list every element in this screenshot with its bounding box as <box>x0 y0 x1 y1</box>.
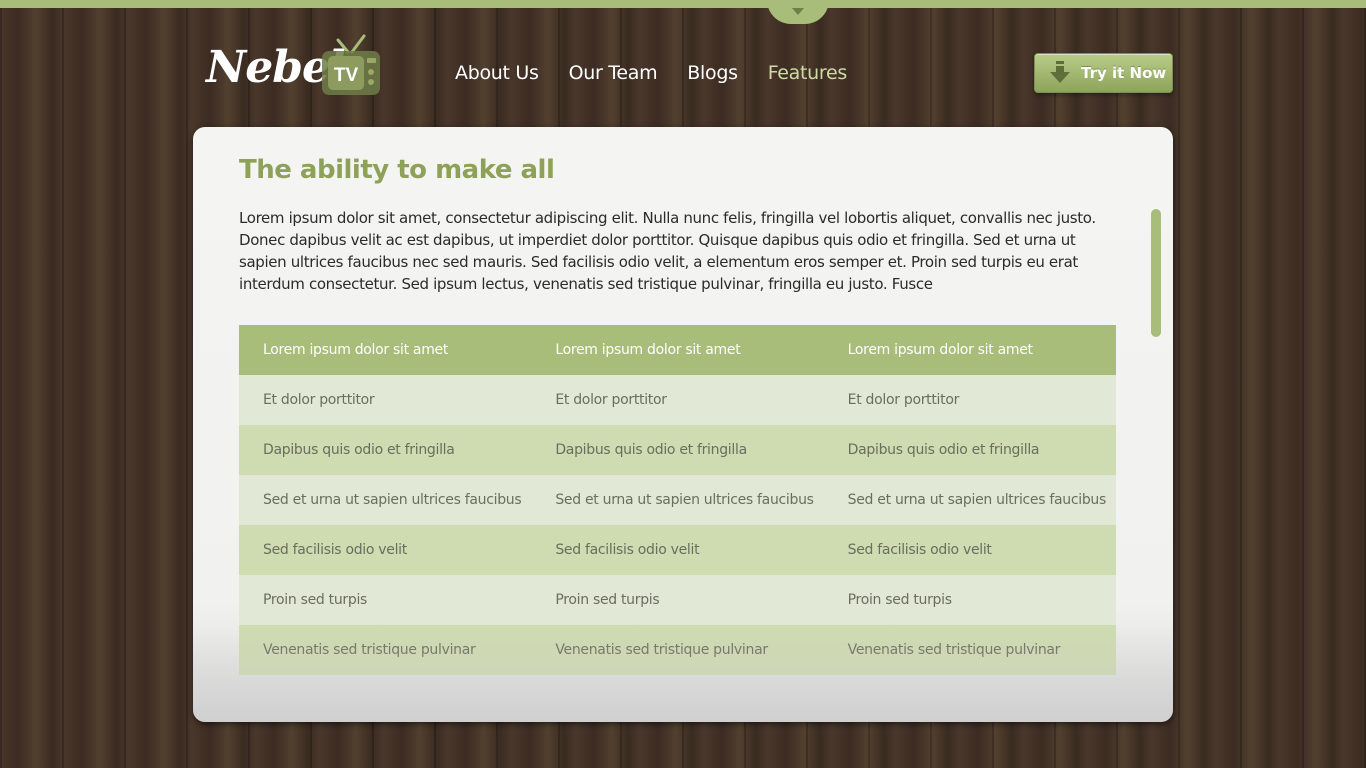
table-row: Et dolor porttitor Et dolor porttitor Et… <box>239 375 1116 425</box>
table-header-cell: Lorem ipsum dolor sit amet <box>823 325 1116 375</box>
tv-icon: TV <box>322 34 380 95</box>
scrollbar-thumb[interactable] <box>1151 209 1161 337</box>
download-arrow-icon <box>1050 61 1070 83</box>
table-header-cell: Lorem ipsum dolor sit amet <box>531 325 824 375</box>
table-cell: Sed facilisis odio velit <box>239 525 532 575</box>
table-header-cell: Lorem ipsum dolor sit amet <box>239 325 532 375</box>
nav-blogs[interactable]: Blogs <box>687 62 738 84</box>
table-cell: Proin sed turpis <box>531 575 824 625</box>
nav-about-us[interactable]: About Us <box>455 62 539 84</box>
top-accent-bar <box>0 0 1366 8</box>
intro-paragraph: Lorem ipsum dolor sit amet, consectetur … <box>239 209 1096 293</box>
table-row: Sed facilisis odio velit Sed facilisis o… <box>239 525 1116 575</box>
features-table: Lorem ipsum dolor sit amet Lorem ipsum d… <box>239 325 1116 675</box>
table-cell: Dapibus quis odio et fringilla <box>823 425 1116 475</box>
table-row: Dapibus quis odio et fringilla Dapibus q… <box>239 425 1116 475</box>
table-row: Venenatis sed tristique pulvinar Venenat… <box>239 625 1116 675</box>
logo[interactable]: Nebel. TV <box>206 34 386 104</box>
table-cell: Sed et urna ut sapien ultrices faucibus <box>239 475 532 525</box>
chevron-down-icon <box>792 8 804 15</box>
try-it-now-label: Try it Now <box>1081 64 1167 82</box>
table-cell: Proin sed turpis <box>823 575 1116 625</box>
table-cell: Venenatis sed tristique pulvinar <box>239 625 532 675</box>
table-row: Sed et urna ut sapien ultrices faucibus … <box>239 475 1116 525</box>
page-title: The ability to make all <box>239 155 555 185</box>
top-dropdown-tab[interactable] <box>767 0 829 24</box>
table-cell: Sed et urna ut sapien ultrices faucibus <box>531 475 824 525</box>
table-header-row: Lorem ipsum dolor sit amet Lorem ipsum d… <box>239 325 1116 375</box>
table-cell: Et dolor porttitor <box>239 375 532 425</box>
content-panel: The ability to make all Lorem ipsum dolo… <box>193 127 1173 722</box>
table-cell: Et dolor porttitor <box>823 375 1116 425</box>
main-nav: About Us Our Team Blogs Features <box>455 62 877 84</box>
table-row: Proin sed turpis Proin sed turpis Proin … <box>239 575 1116 625</box>
nav-features[interactable]: Features <box>768 62 848 84</box>
nav-our-team[interactable]: Our Team <box>569 62 658 84</box>
table-cell: Sed facilisis odio velit <box>531 525 824 575</box>
table-cell: Proin sed turpis <box>239 575 532 625</box>
table-cell: Dapibus quis odio et fringilla <box>239 425 532 475</box>
table-cell: Venenatis sed tristique pulvinar <box>531 625 824 675</box>
try-it-now-button[interactable]: Try it Now <box>1034 53 1173 93</box>
table-cell: Sed et urna ut sapien ultrices faucibus <box>823 475 1116 525</box>
table-cell: Sed facilisis odio velit <box>823 525 1116 575</box>
table-cell: Dapibus quis odio et fringilla <box>531 425 824 475</box>
table-cell: Venenatis sed tristique pulvinar <box>823 625 1116 675</box>
table-cell: Et dolor porttitor <box>531 375 824 425</box>
tv-text: TV <box>334 65 359 86</box>
